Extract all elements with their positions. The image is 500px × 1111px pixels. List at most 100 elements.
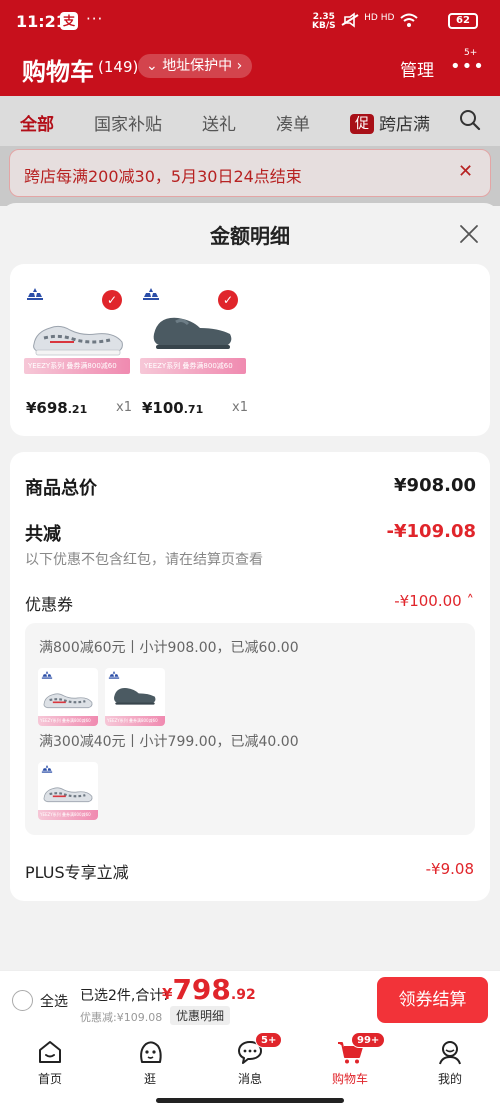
product-thumbnail: YEEZY系列 叠券满800减60 [38, 668, 98, 726]
checked-icon[interactable]: ✓ [102, 290, 122, 310]
product-price: ¥698.21 [26, 399, 87, 417]
product-list-card: YEEZY系列 叠券满800减60 ✓ ¥698.21 x1 YEEZY系列 叠… [10, 264, 490, 436]
thumbnail-promo-tag: YEEZY系列 叠券满800减60 [105, 716, 165, 726]
thumbnail-promo-tag: YEEZY系列 叠券满800减60 [38, 810, 98, 820]
page-title: 购物车 [22, 58, 94, 86]
sneaker-icon [43, 693, 93, 709]
adidas-logo-icon [41, 671, 53, 679]
manage-button[interactable]: 管理 [400, 56, 434, 81]
more-badge: 5+ [464, 48, 478, 58]
sneaker-icon [33, 325, 123, 356]
slide-sandal-icon [114, 687, 156, 705]
promotion-badge: 促 [350, 114, 374, 134]
price-detail-card: 商品总价 ¥908.00 共减 -¥109.08 以下优惠不包含红包，请在结算页… [10, 452, 490, 901]
discount-detail-button[interactable]: 优惠明细 [170, 1006, 231, 1025]
cart-item-count: (149) [98, 58, 139, 76]
plus-discount-label: PLUS专享立减 [25, 863, 129, 882]
nav-cart[interactable]: 99+ 购物车 [315, 1032, 386, 1088]
product-thumbnail: YEEZY系列 叠券满800减60 [105, 668, 165, 726]
mute-icon [341, 12, 359, 28]
product-price-dec: .71 [183, 403, 204, 416]
adidas-logo-icon [143, 288, 159, 300]
chevron-right-icon: › [236, 58, 243, 74]
select-all-checkbox[interactable] [12, 990, 33, 1011]
nav-home-label: 首页 [37, 1072, 62, 1086]
chevron-up-icon: ˄ [466, 592, 475, 610]
tab-gift[interactable]: 送礼 [202, 110, 236, 135]
total-reduction-value: -¥109.08 [386, 521, 476, 542]
product-price-int: ¥100 [142, 399, 184, 417]
tab-add-on[interactable]: 凑单 [276, 110, 310, 135]
total-price-int: 798 [172, 973, 231, 1006]
checked-icon[interactable]: ✓ [218, 290, 238, 310]
nav-messages-label: 消息 [237, 1072, 262, 1086]
adidas-logo-icon [27, 288, 43, 300]
product-price-int: ¥698 [26, 399, 68, 417]
product-promo-tag: YEEZY系列 叠券满800减60 [24, 358, 130, 374]
adidas-logo-icon [108, 671, 120, 679]
sheet-title: 金额明细 [210, 224, 290, 248]
sneaker-icon [43, 787, 93, 803]
total-price-symbol: ¥ [162, 985, 173, 1003]
goods-total-label: 商品总价 [25, 478, 97, 499]
messages-badge: 5+ [255, 1032, 283, 1048]
promotion-banner[interactable]: 跨店每满200减30，5月30日24点结束 ✕ [9, 149, 491, 197]
search-icon[interactable] [458, 108, 482, 132]
network-speed: 2.35 KB/S [312, 13, 336, 31]
status-bar: 11:21 支 ··· 2.35 KB/S HD HD 62 [0, 0, 500, 42]
nav-messages[interactable]: 5+ 消息 [215, 1032, 285, 1088]
chevron-down-icon: ⌄ [146, 58, 158, 74]
selected-summary: 已选2件,合计: [80, 988, 169, 1004]
reduction-note: 以下优惠不包含红包，请在结算页查看 [25, 552, 263, 568]
coupon-label: 优惠券 [25, 595, 74, 614]
battery-indicator: 62 [448, 13, 478, 29]
discount-summary: 优惠减:¥109.08 [80, 1011, 163, 1024]
promotion-banner-text: 跨店每满200减30，5月30日24点结束 [24, 167, 302, 186]
nav-home[interactable]: 首页 [15, 1036, 85, 1088]
plus-discount-value: -¥9.08 [425, 860, 474, 878]
product-thumbnail: YEEZY系列 叠券满800减60 [38, 762, 98, 820]
more-notifications-icon: ··· [86, 10, 104, 28]
coupon-rule: 满300减40元丨小计799.00，已减40.00 [39, 734, 299, 750]
coupon-rule: 满800减60元丨小计908.00，已减60.00 [39, 640, 299, 656]
tab-cross-store-label: 跨店满 [379, 115, 430, 135]
signal-icons: HD HD [340, 12, 419, 30]
more-dots-icon[interactable]: ••• [450, 56, 485, 77]
wifi-icon [399, 13, 418, 27]
address-protection-button[interactable]: ⌄ 地址保护中 › [138, 54, 253, 78]
product-price-dec: .21 [67, 403, 88, 416]
nav-browse-label: 逛 [143, 1072, 156, 1086]
total-price-dec: .92 [230, 987, 256, 1003]
tab-cross-store[interactable]: 促跨店满 [350, 110, 430, 135]
tab-all[interactable]: 全部 [20, 110, 54, 135]
adidas-logo-icon [41, 765, 53, 773]
nav-profile-label: 我的 [437, 1072, 462, 1086]
product-promo-tag: YEEZY系列 叠券满800减60 [140, 358, 246, 374]
home-icon [39, 1041, 61, 1063]
cart-header: 购物车 (149) ⌄ 地址保护中 › 管理 ••• 5+ [0, 42, 500, 96]
close-icon[interactable] [458, 223, 480, 245]
cart-badge: 99+ [351, 1032, 386, 1048]
coupon-value: -¥100.00 [394, 592, 462, 610]
profile-icon [439, 1041, 461, 1065]
nav-cart-label: 购物车 [331, 1072, 368, 1086]
select-all-label[interactable]: 全选 [40, 991, 68, 1011]
home-indicator [156, 1098, 344, 1103]
coupon-detail-box: 满800减60元丨小计908.00，已减60.00 YEEZY系列 叠券满800… [25, 623, 475, 835]
nav-browse[interactable]: 逛 [115, 1036, 185, 1088]
slide-sandal-icon [153, 317, 232, 349]
close-icon[interactable]: ✕ [458, 161, 473, 182]
checkout-button[interactable]: 领券结算 [377, 977, 488, 1023]
amount-detail-sheet: 金额明细 YEEZY系列 叠券满800减60 ✓ ¥698.21 x1 YEEZ… [0, 203, 500, 970]
alipay-icon: 支 [60, 12, 78, 30]
network-speed-unit: KB/S [312, 21, 336, 31]
nav-profile[interactable]: 我的 [415, 1036, 485, 1088]
browse-icon [140, 1041, 162, 1063]
product-item[interactable]: YEEZY系列 叠券满800减60 ✓ ¥100.71 x1 [126, 282, 248, 422]
category-tabs: 全部 国家补贴 送礼 凑单 促跨店满 [0, 96, 500, 146]
tab-national-subsidy[interactable]: 国家补贴 [94, 110, 162, 135]
product-item[interactable]: YEEZY系列 叠券满800减60 ✓ ¥698.21 x1 [10, 282, 132, 422]
thumbnail-promo-tag: YEEZY系列 叠券满800减60 [38, 716, 98, 726]
total-reduction-label: 共减 [25, 524, 61, 545]
coupon-toggle[interactable]: -¥100.00 ˄ [394, 592, 474, 610]
